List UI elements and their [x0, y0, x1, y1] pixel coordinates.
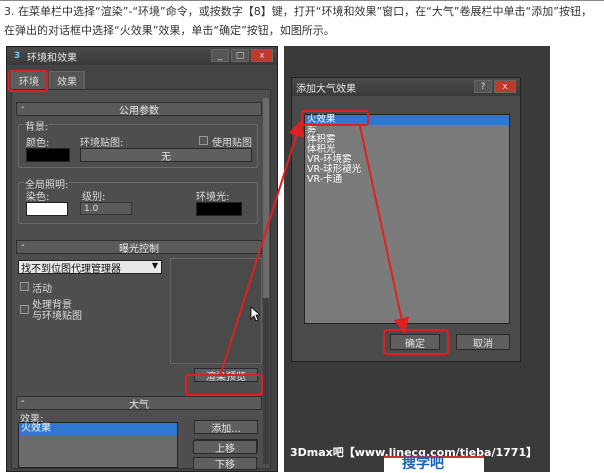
tint-color-swatch[interactable]	[26, 202, 68, 216]
highlight-ok-button	[383, 329, 449, 355]
maximize-button[interactable]: □	[231, 49, 249, 62]
exposure-active-checkbox[interactable]	[20, 282, 29, 291]
window-title: 环境和效果	[27, 52, 77, 64]
exposure-preview	[170, 258, 262, 364]
highlight-add-button	[185, 374, 263, 396]
background-color-swatch[interactable]	[26, 148, 70, 162]
background-group-label: 背景:	[24, 118, 50, 133]
settings-panel: - 公用参数 背景: 颜色: 环境贴图: 使用贴图 无 全局照明: 染色: 级别…	[11, 89, 271, 470]
move-up-button[interactable]: 上移	[193, 440, 257, 455]
collapse-icon: -	[21, 240, 25, 251]
ambient-color-swatch[interactable]	[196, 202, 242, 216]
dialog-title: 添加大气效果	[296, 83, 356, 95]
cancel-button[interactable]: 取消	[456, 334, 510, 350]
app-logo-icon: 3	[13, 51, 21, 61]
use-map-checkbox[interactable]	[199, 136, 208, 145]
mouse-cursor-icon	[250, 306, 260, 322]
env-map-button[interactable]: 无	[80, 148, 252, 163]
level-label: 级别:	[82, 192, 106, 203]
environment-effects-window: 3 环境和效果 _ □ x 环境 效果 - 公用参数 背景: 颜色: 环境贴图:…	[6, 46, 278, 472]
rollout-atmosphere[interactable]: - 大气	[16, 396, 262, 411]
rollout-title: 公用参数	[119, 105, 159, 117]
instruction-text: 3. 在菜单栏中选择“渲染”-“环境”命令，或按数字【8】键，打开“环境和效果”…	[4, 5, 592, 37]
process-background-checkbox[interactable]	[20, 305, 29, 314]
chevron-down-icon: ▼	[151, 261, 158, 270]
tint-label: 染色:	[26, 192, 50, 203]
scrollbar-thumb[interactable]	[263, 98, 269, 298]
minimize-button[interactable]: _	[211, 49, 229, 62]
rollout-title: 大气	[129, 399, 149, 411]
close-button[interactable]: x	[251, 49, 273, 62]
rollout-exposure-control[interactable]: - 曝光控制	[16, 240, 262, 255]
list-item-vr-toon[interactable]: VR-卡通	[305, 175, 509, 185]
top-divider	[0, 0, 604, 1]
atmosphere-effects-list[interactable]: 火效果 雾 体积雾 体积光 VR-环境雾 VR-球形褪光 VR-卡通	[304, 114, 510, 324]
effects-list[interactable]: 火效果	[18, 422, 178, 468]
window-titlebar[interactable]: 3 环境和效果 _ □ x	[7, 47, 277, 65]
ambient-label: 环境光:	[196, 192, 230, 203]
highlight-fire-effect	[301, 110, 369, 126]
use-map-label: 使用贴图	[212, 138, 252, 149]
list-item[interactable]: 火效果	[19, 423, 177, 435]
move-down-button[interactable]: 下移	[193, 457, 257, 471]
dialog-close-button[interactable]: x	[494, 80, 516, 93]
dialog-titlebar[interactable]: 添加大气效果 ? x	[292, 78, 520, 96]
collapse-icon: -	[21, 396, 25, 407]
highlight-environment-tab	[8, 70, 48, 92]
exposure-select[interactable]: 找不到位图代理管理器 ▼	[18, 260, 162, 275]
env-map-label: 环境贴图:	[80, 138, 124, 149]
level-spinner[interactable]: 1.0	[80, 202, 132, 215]
process-background-label-2: 与环境贴图	[32, 311, 82, 322]
exposure-active-label: 活动	[32, 284, 52, 295]
site-logo: 搜学吧	[402, 456, 444, 472]
tab-effects[interactable]: 效果	[49, 71, 85, 89]
color-label: 颜色:	[26, 138, 50, 149]
exposure-select-value: 找不到位图代理管理器	[21, 263, 121, 275]
help-button[interactable]: ?	[474, 80, 492, 93]
rollout-title: 曝光控制	[119, 243, 159, 255]
collapse-icon: -	[21, 102, 25, 113]
rollout-common-params[interactable]: - 公用参数	[16, 102, 262, 117]
add-button[interactable]: 添加...	[194, 420, 258, 435]
